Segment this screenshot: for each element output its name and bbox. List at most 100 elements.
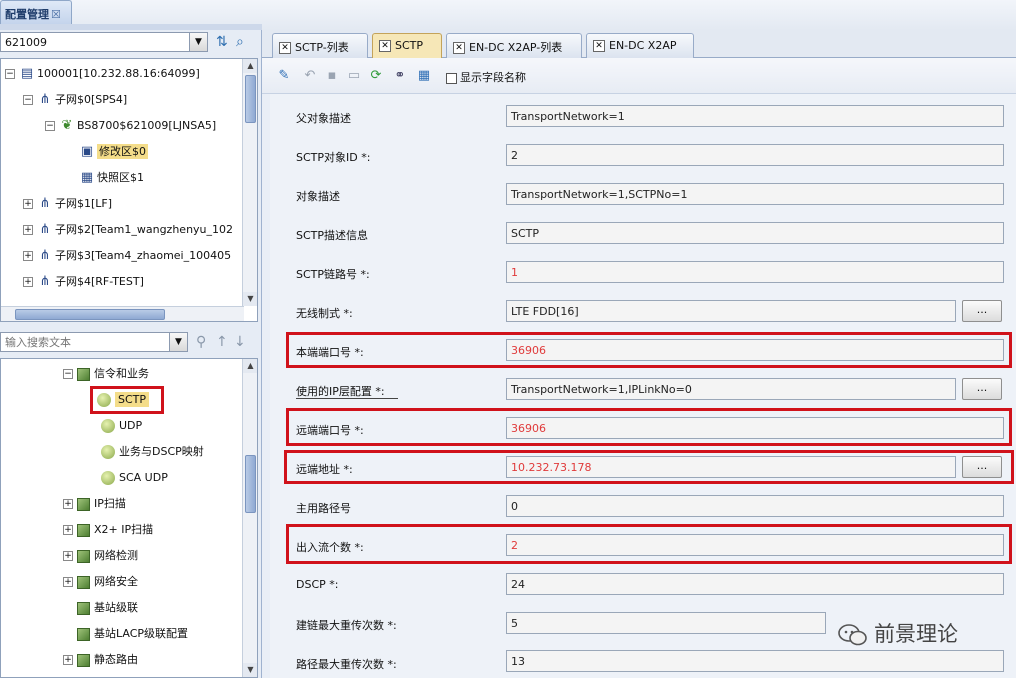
tree-row[interactable]: 业务与DSCP映射 xyxy=(101,439,204,465)
ip-layer-config-field[interactable]: TransportNetwork=1,IPLinkNo=0 xyxy=(506,378,956,400)
tab-endc-x2ap-list[interactable]: ✕ EN-DC X2AP-列表 xyxy=(446,33,582,58)
modify-area-icon: ▣ xyxy=(80,144,94,159)
object-description-field[interactable]: TransportNetwork=1,SCTPNo=1 xyxy=(506,183,1004,205)
tree-row[interactable]: + IP扫描 xyxy=(63,491,126,517)
config-tree-scrollbar[interactable]: ▲ ▼ xyxy=(242,359,257,677)
close-icon[interactable]: ✕ xyxy=(279,42,291,54)
edit-icon[interactable]: ✎ xyxy=(276,68,292,84)
up-arrow-icon[interactable]: ↑ xyxy=(216,334,228,350)
close-icon[interactable]: ✕ xyxy=(453,42,465,54)
field-label: 建链最大重传次数 *: xyxy=(296,619,397,632)
scrollbar-thumb[interactable] xyxy=(245,75,256,123)
expand-icon[interactable]: + xyxy=(63,499,73,509)
tab-sctp-list[interactable]: ✕ SCTP-列表 xyxy=(272,33,368,58)
down-arrow-icon[interactable]: ↓ xyxy=(234,334,246,350)
tree-search-combo[interactable]: ▼ xyxy=(0,332,188,352)
ip-layer-browse-button[interactable]: ... xyxy=(962,378,1002,400)
link-max-retrans-field[interactable]: 5 xyxy=(506,612,826,634)
checkbox-icon[interactable] xyxy=(446,72,457,84)
chevron-down-icon[interactable]: ▼ xyxy=(169,333,187,351)
filter-icon[interactable]: ⚲ xyxy=(196,334,206,350)
tab-endc-x2ap[interactable]: ✕ EN-DC X2AP xyxy=(586,33,694,58)
tree-vertical-scrollbar[interactable]: ▲ ▼ xyxy=(242,59,257,306)
ne-selector-combo[interactable]: 621009 ▼ xyxy=(0,32,208,52)
tree-row[interactable]: 基站LACP级联配置 xyxy=(77,621,188,647)
expand-icon[interactable]: + xyxy=(23,277,33,287)
primary-path-field[interactable]: 0 xyxy=(506,495,1004,517)
tree-row-label: 基站级联 xyxy=(94,601,138,614)
chevron-down-icon[interactable]: ▼ xyxy=(189,33,207,51)
tree-row[interactable]: SCA UDP xyxy=(101,465,168,491)
sctp-link-number-field[interactable]: 1 xyxy=(506,261,1004,283)
config-management-tab[interactable]: 配置管理 ☒ xyxy=(0,0,72,24)
scroll-up-icon[interactable]: ▲ xyxy=(243,359,257,373)
network-icon: ⋔ xyxy=(39,196,51,211)
expand-icon[interactable]: + xyxy=(23,199,33,209)
collapse-icon[interactable]: − xyxy=(63,369,73,379)
tree-row[interactable]: − ❦ BS8700$621009[LJNSA5] xyxy=(45,113,216,139)
tree-row[interactable]: − ⋔ 子网$0[SPS4] xyxy=(23,87,127,113)
tree-row-selected[interactable]: ▣ 修改区$0 xyxy=(79,139,148,165)
radio-mode-browse-button[interactable]: ... xyxy=(962,300,1002,322)
tree-row[interactable]: ▦ 快照区$1 xyxy=(79,165,144,191)
tree-row[interactable]: + ⋔ 子网$2[Team1_wangzhenyu_102 xyxy=(23,217,233,243)
sctp-object-id-field[interactable]: 2 xyxy=(506,144,1004,166)
scrollbar-thumb[interactable] xyxy=(15,309,165,320)
collapse-icon[interactable]: − xyxy=(23,95,33,105)
close-icon[interactable]: ✕ xyxy=(379,40,391,52)
expand-icon[interactable]: + xyxy=(63,577,73,587)
sctp-info-field[interactable]: SCTP xyxy=(506,222,1004,244)
tree-row[interactable]: − 信令和业务 xyxy=(63,361,149,387)
tree-row[interactable]: UDP xyxy=(101,413,142,439)
tree-row[interactable]: + ⋔ 子网$3[Team4_zhaomei_100405 xyxy=(23,243,231,269)
save-icon[interactable]: ▪ xyxy=(324,68,340,84)
scroll-down-icon[interactable]: ▼ xyxy=(243,663,257,677)
tree-search-input[interactable] xyxy=(5,336,165,349)
scrollbar-thumb[interactable] xyxy=(245,455,256,513)
expand-icon[interactable]: + xyxy=(63,525,73,535)
tree-row-label: 基站LACP级联配置 xyxy=(94,627,189,640)
tree-row[interactable]: + 静态路由 xyxy=(63,647,138,673)
copy-icon[interactable]: ▭ xyxy=(346,68,362,84)
expand-icon[interactable]: + xyxy=(23,225,33,235)
show-field-name-checkbox[interactable]: 显示字段名称 xyxy=(446,69,526,85)
parent-object-field[interactable]: TransportNetwork=1 xyxy=(506,105,1004,127)
path-max-retrans-field[interactable]: 13 xyxy=(506,650,1004,672)
dscp-field[interactable]: 24 xyxy=(506,573,1004,595)
folder-icon xyxy=(77,653,90,667)
expand-icon[interactable]: + xyxy=(23,251,33,261)
expand-icon[interactable]: + xyxy=(63,655,73,665)
watermark-text: 前景理论 xyxy=(874,622,958,646)
tab-sctp[interactable]: ✕ SCTP xyxy=(372,33,442,58)
close-icon[interactable]: ✕ xyxy=(593,40,605,52)
undo-icon[interactable]: ↶ xyxy=(302,68,318,84)
tree-horizontal-scrollbar[interactable] xyxy=(1,306,244,321)
label-underline xyxy=(296,398,398,399)
refresh-icon[interactable]: ⟳ xyxy=(368,68,384,84)
field-label: SCTP链路号 *: xyxy=(296,268,370,281)
config-management-tab-label: 配置管理 xyxy=(5,8,49,21)
search-icon[interactable]: ⌕ xyxy=(236,34,244,50)
tab-label: EN-DC X2AP-列表 xyxy=(469,41,563,54)
sort-icon[interactable]: ⇅ xyxy=(216,34,228,50)
close-icon[interactable]: ☒ xyxy=(51,8,61,21)
folder-icon xyxy=(77,523,90,537)
scroll-down-icon[interactable]: ▼ xyxy=(243,292,257,306)
tree-row[interactable]: 基站级联 xyxy=(77,595,138,621)
wechat-icon xyxy=(838,624,867,646)
calendar-icon[interactable]: ▦ xyxy=(416,68,432,84)
collapse-icon[interactable]: − xyxy=(45,121,55,131)
ne-tree: − ▤ 100001[10.232.88.16:64099] − ⋔ 子网$0[SPS4… xyxy=(0,58,258,322)
tree-row[interactable]: + 网络检测 xyxy=(63,543,138,569)
expand-icon[interactable]: + xyxy=(63,551,73,561)
tree-row[interactable]: − ▤ 100001[10.232.88.16:64099] xyxy=(5,61,200,87)
radio-mode-field[interactable]: LTE FDD[16] xyxy=(506,300,956,322)
tree-row[interactable]: + ⋔ 子网$4[RF-TEST] xyxy=(23,269,144,295)
tree-row[interactable]: + ⋔ 子网$1[LF] xyxy=(23,191,112,217)
tree-row-label: BS8700$621009[LJNSA5] xyxy=(77,119,217,132)
collapse-icon[interactable]: − xyxy=(5,69,15,79)
tree-row[interactable]: + 网络安全 xyxy=(63,569,138,595)
find-icon[interactable]: ⚭ xyxy=(392,68,408,84)
scroll-up-icon[interactable]: ▲ xyxy=(243,59,257,73)
tree-row[interactable]: + X2+ IP扫描 xyxy=(63,517,153,543)
